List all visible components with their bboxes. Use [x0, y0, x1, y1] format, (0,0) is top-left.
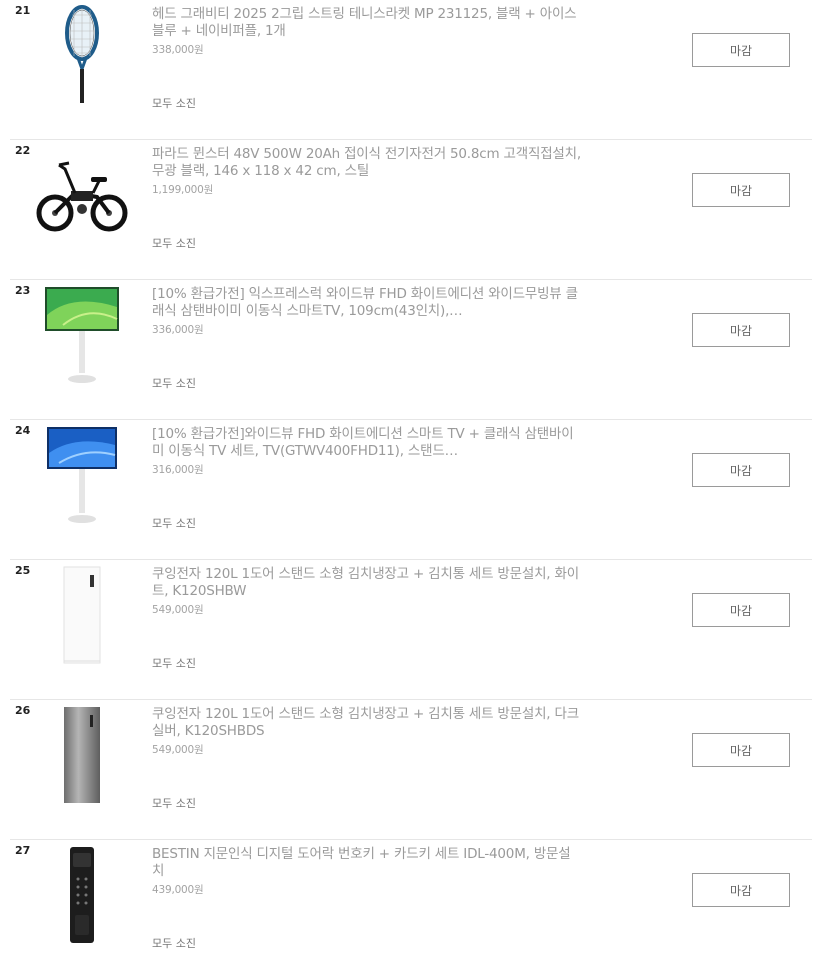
- closed-button[interactable]: 마감: [692, 313, 790, 347]
- closed-button[interactable]: 마감: [692, 593, 790, 627]
- rank-number: 26: [15, 704, 31, 717]
- product-title[interactable]: [10% 환급가전]와이드뷰 FHD 화이트에디션 스마트 TV + 클래식 삼…: [152, 426, 582, 460]
- product-price: 338,000원: [152, 44, 204, 56]
- product-image[interactable]: [40, 425, 124, 525]
- list-item: 26 쿠잉전자 120L 1도어 스탠드 소형 김치냉장고 + 김치통 세트 방…: [10, 700, 812, 840]
- product-list: 21 헤드 그래비티 2025 2그립 스트링 테니스라켓 MP 231125,…: [0, 0, 818, 979]
- rank-number: 21: [15, 4, 31, 17]
- rank-number: 22: [15, 144, 31, 157]
- closed-button[interactable]: 마감: [692, 173, 790, 207]
- tennis-racket-icon: [62, 5, 102, 105]
- door-lock-icon: [67, 845, 97, 945]
- product-image[interactable]: [40, 845, 124, 945]
- product-info: 헤드 그래비티 2025 2그립 스트링 테니스라켓 MP 231125, 블랙…: [152, 6, 582, 57]
- closed-button[interactable]: 마감: [692, 33, 790, 67]
- product-info: [10% 환급가전]와이드뷰 FHD 화이트에디션 스마트 TV + 클래식 삼…: [152, 426, 582, 477]
- list-item: 22 파라드 뮌스터 48V 500W 20Ah 접이식 전기자전거 50.8c…: [10, 140, 812, 280]
- product-info: 쿠잉전자 120L 1도어 스탠드 소형 김치냉장고 + 김치통 세트 방문설치…: [152, 706, 582, 757]
- product-info: [10% 환급가전] 익스프레스럭 와이드뷰 FHD 화이트에디션 와이드무빙뷰…: [152, 286, 582, 337]
- rank-number: 23: [15, 284, 31, 297]
- product-price: 316,000원: [152, 464, 204, 476]
- product-title[interactable]: 쿠잉전자 120L 1도어 스탠드 소형 김치냉장고 + 김치통 세트 방문설치…: [152, 566, 582, 600]
- closed-button[interactable]: 마감: [692, 453, 790, 487]
- product-title[interactable]: 헤드 그래비티 2025 2그립 스트링 테니스라켓 MP 231125, 블랙…: [152, 6, 582, 40]
- product-info: BESTIN 지문인식 디지털 도어락 번호키 + 카드키 세트 IDL-400…: [152, 846, 582, 897]
- product-image[interactable]: [40, 285, 124, 385]
- stock-status: 모두 소진: [152, 657, 196, 670]
- closed-button[interactable]: 마감: [692, 733, 790, 767]
- product-title[interactable]: 쿠잉전자 120L 1도어 스탠드 소형 김치냉장고 + 김치통 세트 방문설치…: [152, 706, 582, 740]
- electric-bicycle-icon: [35, 155, 129, 235]
- product-price: 1,199,000원: [152, 184, 214, 196]
- product-image[interactable]: [40, 705, 124, 805]
- product-title[interactable]: BESTIN 지문인식 디지털 도어락 번호키 + 카드키 세트 IDL-400…: [152, 846, 582, 880]
- stand-tv-green-icon: [43, 285, 121, 385]
- product-price: 336,000원: [152, 324, 204, 336]
- white-refrigerator-icon: [62, 565, 102, 665]
- list-item: 23 [10% 환급가전] 익스프레스럭 와이드뷰 FHD 화이트에디션 와이드…: [10, 280, 812, 420]
- rank-number: 24: [15, 424, 31, 437]
- product-title[interactable]: 파라드 뮌스터 48V 500W 20Ah 접이식 전기자전거 50.8cm 고…: [152, 146, 582, 180]
- product-info: 파라드 뮌스터 48V 500W 20Ah 접이식 전기자전거 50.8cm 고…: [152, 146, 582, 197]
- stock-status: 모두 소진: [152, 97, 196, 110]
- silver-refrigerator-icon: [62, 705, 102, 805]
- rank-number: 27: [15, 844, 31, 857]
- list-item: 25 쿠잉전자 120L 1도어 스탠드 소형 김치냉장고 + 김치통 세트 방…: [10, 560, 812, 700]
- stock-status: 모두 소진: [152, 517, 196, 530]
- product-image[interactable]: [40, 5, 124, 105]
- product-price: 549,000원: [152, 744, 204, 756]
- product-info: 쿠잉전자 120L 1도어 스탠드 소형 김치냉장고 + 김치통 세트 방문설치…: [152, 566, 582, 617]
- list-item: 24 [10% 환급가전]와이드뷰 FHD 화이트에디션 스마트 TV + 클래…: [10, 420, 812, 560]
- product-image[interactable]: [40, 565, 124, 665]
- closed-button[interactable]: 마감: [692, 873, 790, 907]
- rank-number: 25: [15, 564, 31, 577]
- product-title[interactable]: [10% 환급가전] 익스프레스럭 와이드뷰 FHD 화이트에디션 와이드무빙뷰…: [152, 286, 582, 320]
- stock-status: 모두 소진: [152, 237, 196, 250]
- list-item: 27 BESTIN 지문인식 디지털 도어락 번호키 + 카드키 세트 IDL-…: [10, 840, 812, 979]
- product-price: 439,000원: [152, 884, 204, 896]
- stock-status: 모두 소진: [152, 797, 196, 810]
- stand-tv-blue-icon: [43, 425, 121, 525]
- stock-status: 모두 소진: [152, 377, 196, 390]
- list-item: 21 헤드 그래비티 2025 2그립 스트링 테니스라켓 MP 231125,…: [10, 0, 812, 140]
- product-price: 549,000원: [152, 604, 204, 616]
- product-image[interactable]: [36, 145, 128, 245]
